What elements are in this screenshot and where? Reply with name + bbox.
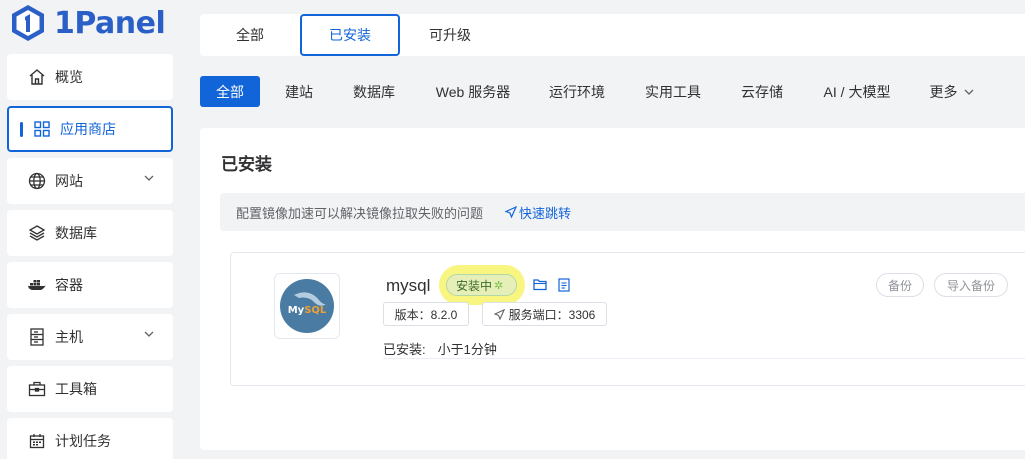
status-label: 安装中 — [456, 278, 493, 293]
chevron-down-icon — [144, 331, 154, 337]
tab-installed[interactable]: 已安装 — [300, 14, 400, 56]
grid-icon — [32, 119, 52, 139]
logo[interactable]: 1Panel — [8, 2, 166, 44]
calendar-icon — [27, 431, 47, 451]
sidebar-item-scheduled-tasks[interactable]: 计划任务 — [7, 418, 173, 459]
sidebar: 1Panel 概览 应用商店 网站 数据库 容器 主机 工具箱 计划任务 — [0, 0, 185, 459]
send-icon — [493, 308, 505, 320]
home-icon — [27, 67, 47, 87]
sidebar-item-label: 工具箱 — [55, 381, 97, 397]
mysql-logo: MySQL — [274, 273, 340, 339]
port-label: 服务端口：3306 — [508, 307, 596, 322]
category-tools[interactable]: 实用工具 — [636, 76, 710, 107]
logo-badge-icon — [12, 5, 44, 41]
app-tabs: 全部 已安装 可升级 — [200, 14, 1025, 56]
app-name: mysql — [386, 276, 431, 295]
category-more-label: 更多 — [929, 83, 958, 100]
version-tag: 版本：8.2.0 — [383, 302, 469, 326]
backup-button[interactable]: 备份 — [876, 273, 924, 297]
log-file-icon[interactable] — [558, 278, 570, 292]
sidebar-item-host[interactable]: 主机 — [7, 314, 173, 360]
sidebar-item-label: 网站 — [55, 173, 83, 189]
sidebar-item-toolbox[interactable]: 工具箱 — [7, 366, 173, 412]
sidebar-item-label: 应用商店 — [60, 121, 116, 137]
category-all[interactable]: 全部 — [200, 76, 260, 107]
globe-icon — [27, 171, 47, 191]
installed-value: 小于1分钟 — [437, 342, 497, 357]
active-indicator — [20, 121, 23, 137]
sidebar-item-database[interactable]: 数据库 — [7, 210, 173, 256]
sidebar-item-app-store[interactable]: 应用商店 — [7, 106, 173, 152]
quick-jump-label: 快速跳转 — [519, 205, 572, 221]
category-ai[interactable]: AI / 大模型 — [814, 76, 900, 107]
mirror-notice: 配置镜像加速可以解决镜像拉取失败的问题 快速跳转 — [220, 193, 1025, 231]
category-more[interactable]: 更多 — [922, 76, 982, 107]
category-database[interactable]: 数据库 — [344, 76, 404, 107]
sidebar-item-overview[interactable]: 概览 — [7, 54, 173, 100]
chevron-down-icon — [964, 89, 973, 95]
quick-jump-link[interactable]: 快速跳转 — [505, 203, 571, 222]
send-icon — [505, 206, 518, 218]
category-web-server[interactable]: Web 服务器 — [426, 76, 520, 107]
divider — [383, 358, 1025, 359]
category-website[interactable]: 建站 — [276, 76, 322, 107]
toolbox-icon — [27, 379, 47, 399]
sidebar-item-label: 容器 — [55, 277, 83, 293]
server-icon — [27, 327, 47, 347]
folder-icon[interactable] — [533, 278, 547, 291]
layers-icon — [27, 223, 47, 243]
installed-panel: 已安装 配置镜像加速可以解决镜像拉取失败的问题 快速跳转 MySQL mysql… — [200, 128, 1025, 450]
import-backup-button[interactable]: 导入备份 — [934, 273, 1008, 297]
sidebar-item-label: 计划任务 — [55, 433, 111, 449]
tab-all[interactable]: 全部 — [200, 14, 300, 56]
category-cloud-storage[interactable]: 云存储 — [732, 76, 792, 107]
page-title: 已安装 — [221, 155, 272, 174]
app-card-mysql[interactable]: MySQL mysql 安装中 ✲ 版本：8.2.0 服务端口：3306 已安装… — [230, 252, 1025, 386]
installed-label: 已安装: — [383, 342, 426, 357]
status-badge: 安装中 ✲ — [446, 274, 517, 296]
tab-upgradable[interactable]: 可升级 — [400, 14, 500, 56]
notice-text: 配置镜像加速可以解决镜像拉取失败的问题 — [236, 205, 484, 221]
sidebar-item-container[interactable]: 容器 — [7, 262, 173, 308]
port-tag[interactable]: 服务端口：3306 — [482, 302, 607, 326]
loading-icon: ✲ — [494, 279, 504, 292]
mysql-logo-icon: MySQL — [280, 279, 334, 333]
sidebar-item-label: 主机 — [55, 329, 83, 345]
sidebar-item-label: 数据库 — [55, 225, 97, 241]
svg-text:MySQL: MySQL — [288, 305, 327, 316]
sidebar-item-website[interactable]: 网站 — [7, 158, 173, 204]
category-runtime[interactable]: 运行环境 — [540, 76, 614, 107]
installed-time: 已安装: 小于1分钟 — [383, 339, 497, 358]
docker-icon — [27, 275, 47, 295]
chevron-down-icon — [144, 175, 154, 181]
sidebar-item-label: 概览 — [55, 69, 83, 85]
brand-name: 1Panel — [54, 5, 166, 41]
